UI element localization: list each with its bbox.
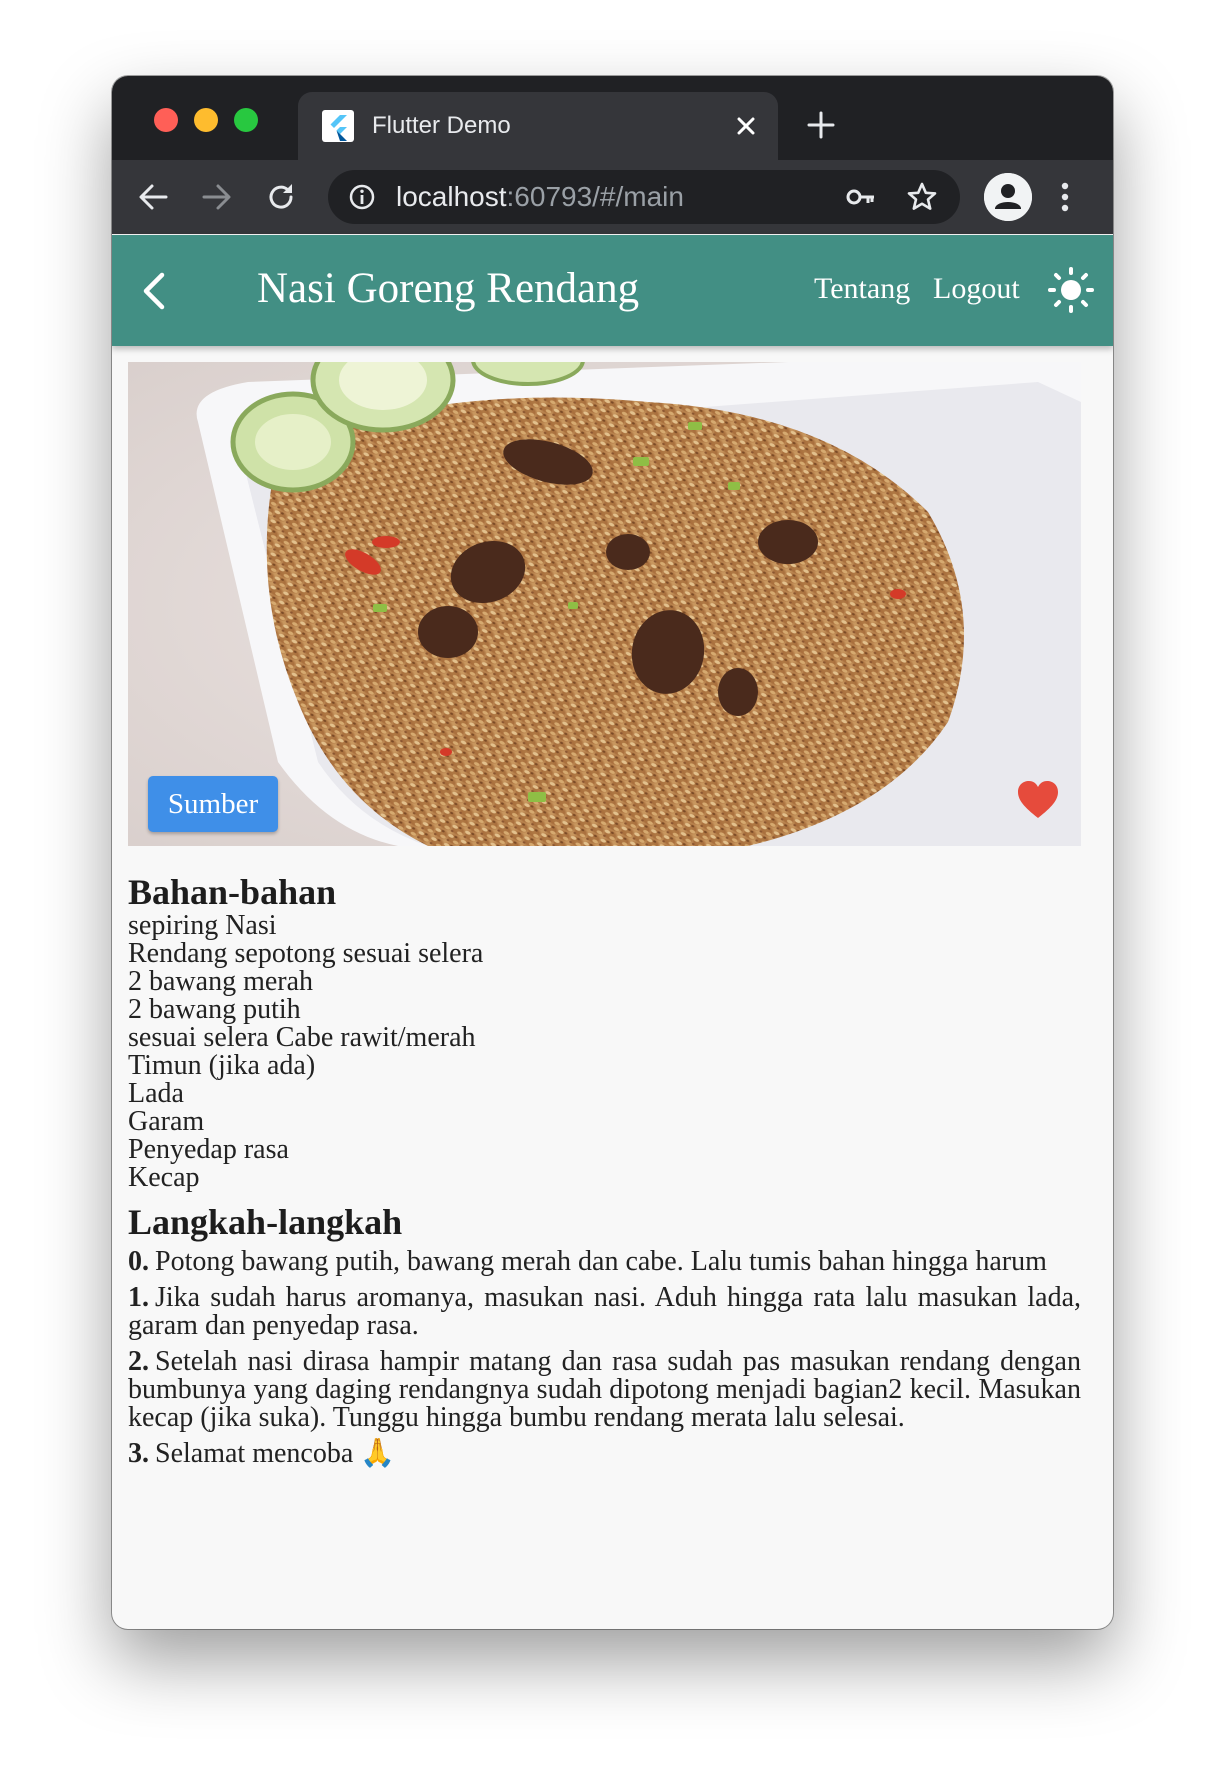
back-arrow-icon[interactable] [136, 180, 170, 214]
about-link[interactable]: Tentang [814, 271, 910, 307]
ingredient-item: 2 bawang merah [128, 966, 314, 997]
sun-icon[interactable] [1048, 267, 1094, 313]
ingredient-item: Timun (jika ada) [128, 1050, 316, 1081]
url-host: localhost [396, 181, 507, 212]
site-info-icon[interactable] [348, 183, 376, 211]
browser-toolbar: localhost:60793/#/main [112, 160, 1113, 234]
step-text: Setelah nasi dirasa hampir matang dan ra… [128, 1346, 1081, 1433]
url-path: :60793/#/main [506, 181, 684, 212]
forward-arrow-icon[interactable] [200, 180, 234, 214]
new-tab-icon[interactable] [806, 110, 836, 140]
reload-icon[interactable] [264, 180, 298, 214]
tab-strip: Flutter Demo [112, 76, 1113, 160]
recipe-photo: Sumber [128, 362, 1081, 846]
step-number: 0. [128, 1246, 149, 1277]
key-icon[interactable] [846, 183, 876, 211]
ingredient-item: Penyedap rasa [128, 1134, 289, 1165]
ingredients-heading: Bahan-bahan [128, 872, 337, 912]
ingredient-item: Lada [128, 1078, 184, 1109]
profile-avatar[interactable] [984, 173, 1032, 221]
close-window-button[interactable] [154, 108, 178, 132]
step-number: 2. [128, 1346, 149, 1377]
steps-list: 0. Potong bawang putih, bawang merah dan … [128, 1248, 1081, 1468]
browser-tab[interactable]: Flutter Demo [298, 92, 778, 160]
page-title: Nasi Goreng Rendang [257, 265, 640, 312]
step-text: Jika sudah harus aromanya, masukan nasi.… [128, 1282, 1081, 1341]
more-menu-icon[interactable] [1054, 178, 1076, 216]
recipe-content: Sumber Bahan-bahan sepiring Nasi Rendang… [128, 362, 1081, 1476]
ingredient-item: Rendang sepotong sesuai selera [128, 938, 484, 969]
minimize-window-button[interactable] [194, 108, 218, 132]
url-text: localhost:60793/#/main [396, 182, 684, 212]
close-tab-icon[interactable] [732, 112, 760, 140]
step-item: 0. Potong bawang putih, bawang merah dan … [128, 1248, 1081, 1276]
ingredient-item: Garam [128, 1106, 205, 1137]
ingredients-list: sepiring Nasi Rendang sepotong sesuai se… [128, 912, 1081, 1192]
step-item: 1. Jika sudah harus aromanya, masukan nas… [128, 1284, 1081, 1340]
maximize-window-button[interactable] [234, 108, 258, 132]
heart-icon[interactable] [1016, 780, 1060, 820]
step-text: Selamat mencoba 🙏 [155, 1438, 396, 1469]
tab-title: Flutter Demo [372, 112, 511, 139]
step-item: 3. Selamat mencoba 🙏 [128, 1440, 1081, 1468]
bookmark-star-icon[interactable] [906, 181, 938, 213]
ingredient-item: Kecap [128, 1162, 200, 1193]
step-text: Potong bawang putih, bawang merah dan ca… [155, 1246, 1047, 1277]
source-button[interactable]: Sumber [148, 776, 278, 832]
step-number: 1. [128, 1282, 149, 1313]
logout-link[interactable]: Logout [933, 271, 1020, 307]
back-chevron-icon[interactable] [138, 271, 172, 311]
app-bar: Nasi Goreng Rendang Tentang Logout [112, 235, 1113, 346]
browser-window: Flutter Demo localhost:60793/#/main Nasi… [112, 76, 1113, 1629]
ingredient-item: sepiring Nasi [128, 910, 277, 941]
step-item: 2. Setelah nasi dirasa hampir matang dan … [128, 1348, 1081, 1432]
step-number: 3. [128, 1438, 149, 1469]
steps-heading: Langkah-langkah [128, 1202, 403, 1242]
address-bar[interactable]: localhost:60793/#/main [328, 170, 960, 224]
ingredient-item: 2 bawang putih [128, 994, 301, 1025]
flutter-icon [322, 110, 354, 142]
ingredient-item: sesuai selera Cabe rawit/merah [128, 1022, 476, 1053]
